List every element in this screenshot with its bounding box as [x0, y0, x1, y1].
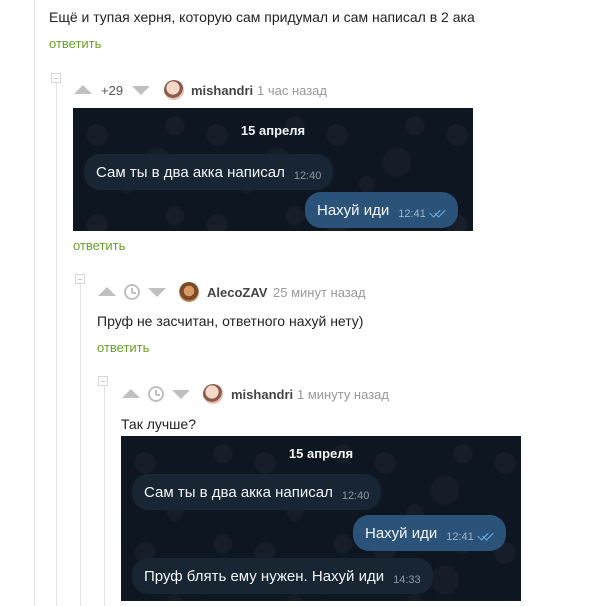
chat-message-time: 14:33 [393, 574, 421, 586]
comment2-avatar[interactable] [179, 282, 199, 302]
top-comment-text: Ещё и тупая херня, которую сам придумал … [49, 9, 475, 25]
thread-line-level1 [34, 0, 35, 606]
chat-message-outgoing: Нахуй иди 12:41 [305, 192, 458, 228]
chat-message-time: 12:41 [446, 531, 474, 543]
comment1-author[interactable]: mishandri [191, 83, 253, 98]
comment1-chat-screenshot[interactable]: 15 апреля Сам ты в два акка написал 12:4… [73, 108, 473, 231]
comment3-vote-up-icon[interactable] [122, 389, 140, 398]
comment1-time[interactable]: 1 час назад [257, 83, 327, 98]
chat-date: 15 апреля [288, 446, 354, 461]
chat-date: 15 апреля [240, 123, 306, 138]
comment3-time[interactable]: 1 минуту назад [297, 387, 389, 402]
thread-line-level3 [80, 283, 81, 606]
double-check-icon [429, 206, 446, 219]
comment1-vote-down-icon[interactable] [132, 86, 150, 95]
chat-message-outgoing: Нахуй иди 12:41 [353, 515, 506, 551]
comment1-collapse-icon[interactable] [51, 73, 61, 83]
chat-message-incoming: Сам ты в два акка написал 12:40 [132, 474, 382, 510]
comment1-rating: +29 [101, 83, 124, 98]
comment2-text: Пруф не засчитан, ответного нахуй нету) [97, 313, 364, 329]
chat-message-text: Нахуй иди [365, 524, 438, 542]
comment2-author[interactable]: AlecoZAV [207, 285, 267, 300]
comment3-rating-clock-icon [148, 386, 164, 402]
comment1-avatar[interactable] [164, 80, 184, 100]
thread-line-level2 [56, 80, 57, 606]
thread-line-level4 [104, 384, 105, 606]
comment2-collapse-icon[interactable] [75, 274, 85, 284]
comment2-time[interactable]: 25 минут назад [273, 285, 366, 300]
comment1-vote-up-icon[interactable] [74, 85, 92, 94]
chat-message-text: Сам ты в два акка написал [96, 163, 285, 181]
chat-message-time: 12:41 [398, 208, 426, 220]
comment3-vote-down-icon[interactable] [172, 390, 190, 399]
chat-message-time: 12:40 [341, 490, 370, 502]
comment2-reply-link[interactable]: ответить [97, 340, 149, 355]
comment3-avatar[interactable] [203, 384, 223, 404]
chat-message-incoming: Сам ты в два акка написал 12:40 [84, 154, 334, 190]
chat-message-time: 12:40 [293, 170, 322, 182]
comment2-vote-down-icon[interactable] [148, 288, 166, 297]
comment3-text: Так лучше? [121, 416, 196, 432]
comment2-vote-up-icon[interactable] [98, 287, 116, 296]
chat-message-text: Сам ты в два акка написал [144, 483, 333, 501]
comment2-rating-clock-icon [124, 284, 140, 300]
chat-message-text: Нахуй иди [317, 201, 390, 219]
chat-message-incoming: Пруф блять ему нужен. Нахуй иди 14:33 [132, 558, 433, 594]
comment3-author[interactable]: mishandri [231, 387, 293, 402]
double-check-icon [477, 529, 494, 542]
top-comment-reply-link[interactable]: ответить [49, 36, 101, 51]
comment3-chat-screenshot[interactable]: 15 апреля Сам ты в два акка написал 12:4… [121, 436, 521, 601]
comment3-collapse-icon[interactable] [98, 376, 108, 386]
comment1-reply-link[interactable]: ответить [73, 238, 125, 253]
chat-message-text: Пруф блять ему нужен. Нахуй иди [144, 567, 385, 585]
